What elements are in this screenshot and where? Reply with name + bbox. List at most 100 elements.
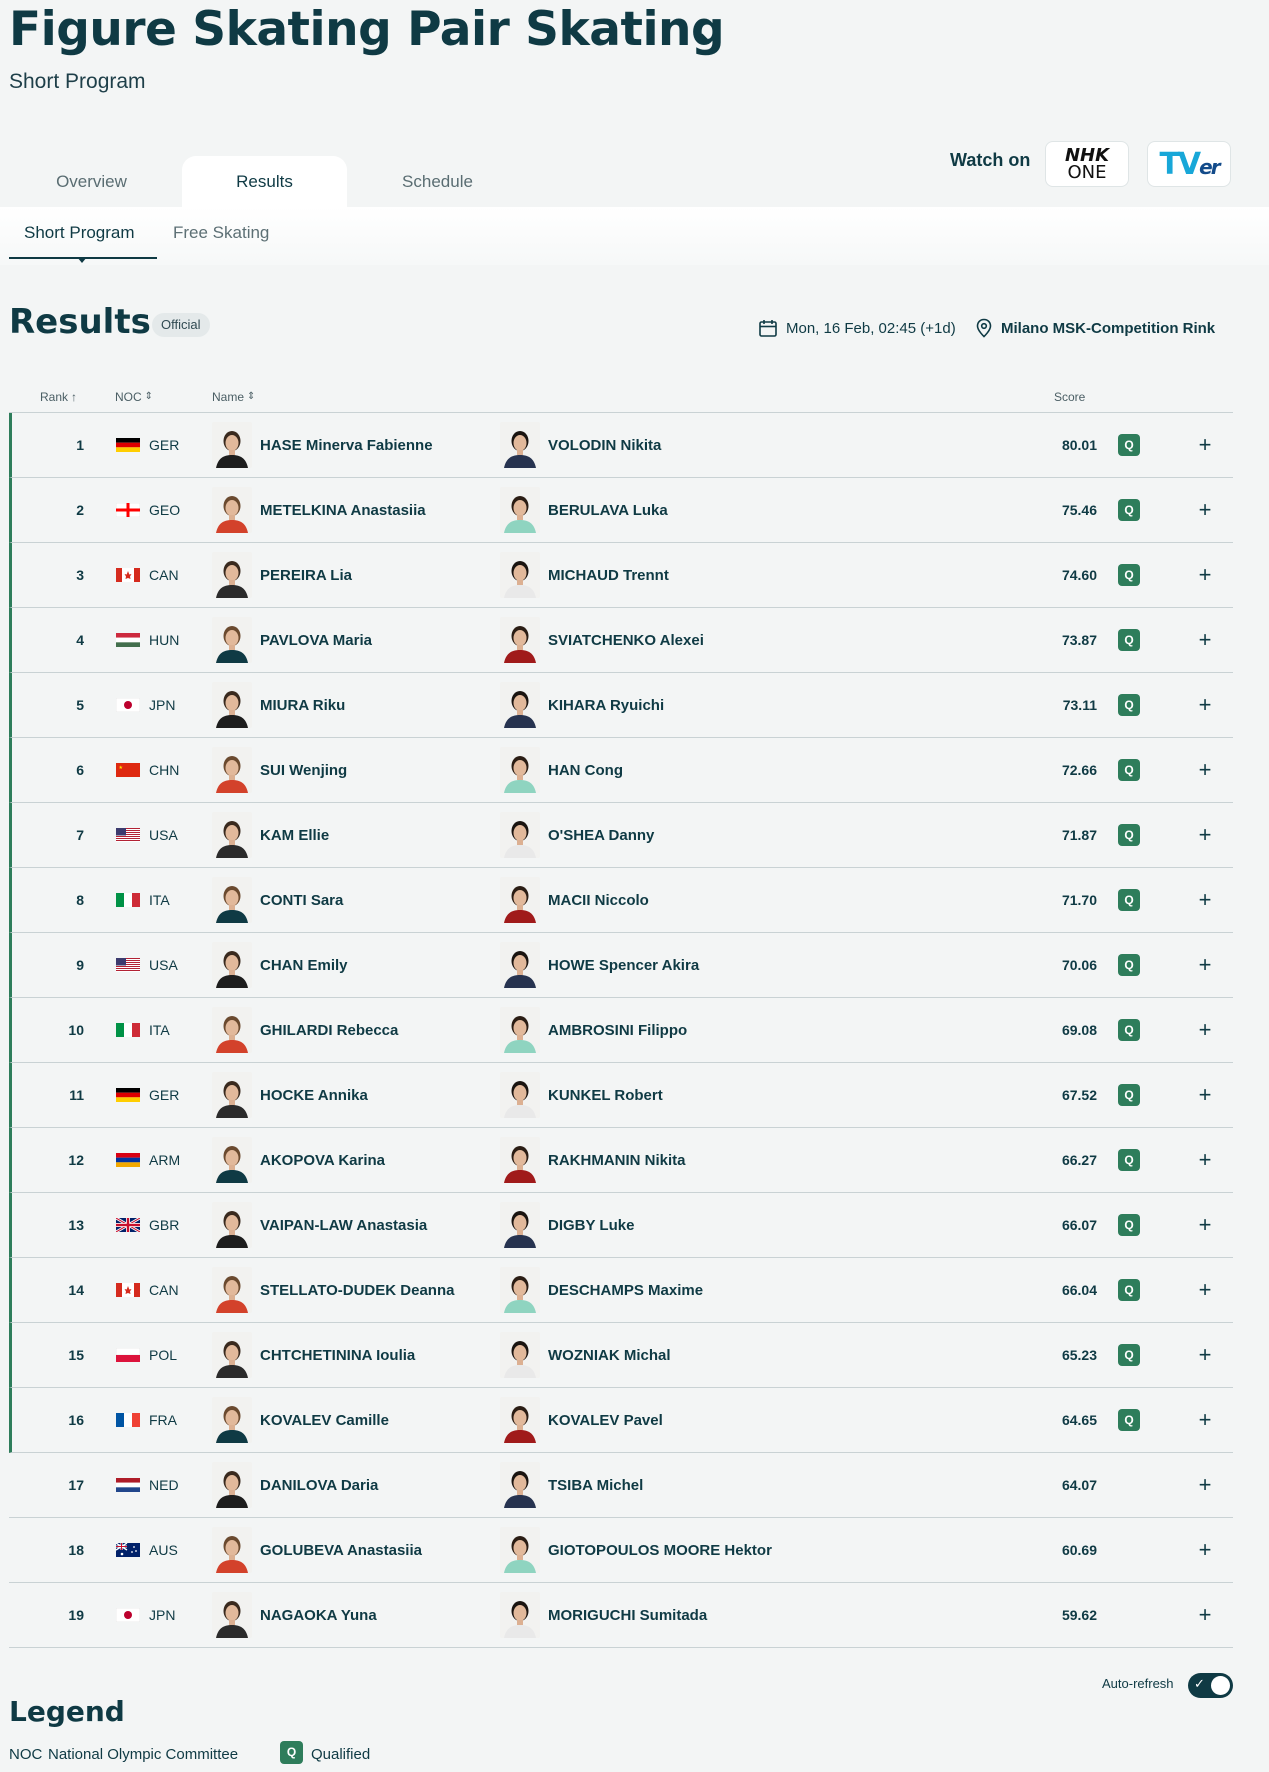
expand-plus-icon[interactable]: + <box>1190 738 1220 802</box>
skater1-photo <box>212 552 252 598</box>
skater1-name[interactable]: NAGAOKA Yuna <box>260 1583 377 1647</box>
expand-plus-icon[interactable]: + <box>1190 1518 1220 1582</box>
table-row[interactable]: 14 CAN STELLATO-DUDEK Deanna DESCHAMPS M… <box>9 1258 1233 1323</box>
expand-plus-icon[interactable]: + <box>1190 1128 1220 1192</box>
skater2-name[interactable]: HOWE Spencer Akira <box>548 933 699 997</box>
table-row[interactable]: 16 FRA KOVALEV Camille KOVALEV Pavel 64.… <box>9 1388 1233 1453</box>
expand-plus-icon[interactable]: + <box>1190 868 1220 932</box>
noc-cell: USA <box>149 827 178 843</box>
event-datetime: Mon, 16 Feb, 02:45 (+1d) <box>758 318 956 338</box>
skater1-name[interactable]: METELKINA Anastasiia <box>260 478 426 542</box>
auto-refresh-toggle[interactable]: ✓ <box>1188 1673 1233 1698</box>
expand-plus-icon[interactable]: + <box>1190 543 1220 607</box>
table-row[interactable]: 17 NED DANILOVA Daria TSIBA Michel 64.07… <box>9 1453 1233 1518</box>
skater1-name[interactable]: CHTCHETININA Ioulia <box>260 1323 415 1387</box>
skater2-name[interactable]: BERULAVA Luka <box>548 478 668 542</box>
expand-plus-icon[interactable]: + <box>1190 1063 1220 1127</box>
skater1-photo <box>212 1007 252 1053</box>
rank-column-header[interactable]: Rank ↑ <box>40 380 77 413</box>
skater2-name[interactable]: O'SHEA Danny <box>548 803 654 867</box>
skater2-name[interactable]: VOLODIN Nikita <box>548 413 661 477</box>
skater1-name[interactable]: PAVLOVA Maria <box>260 608 372 672</box>
table-row[interactable]: 11 GER HOCKE Annika KUNKEL Robert 67.52 … <box>9 1063 1233 1128</box>
table-row[interactable]: 15 POL CHTCHETININA Ioulia WOZNIAK Micha… <box>9 1323 1233 1388</box>
table-row[interactable]: 8 ITA CONTI Sara MACII Niccolo 71.70 Q + <box>9 868 1233 933</box>
skater1-name[interactable]: HOCKE Annika <box>260 1063 368 1127</box>
skater2-name[interactable]: RAKHMANIN Nikita <box>548 1128 686 1192</box>
tab-schedule[interactable]: Schedule <box>356 156 519 208</box>
expand-plus-icon[interactable]: + <box>1190 1453 1220 1517</box>
table-row[interactable]: 9 USA CHAN Emily HOWE Spencer Akira 70.0… <box>9 933 1233 998</box>
expand-plus-icon[interactable]: + <box>1190 998 1220 1062</box>
table-row[interactable]: 3 CAN PEREIRA Lia MICHAUD Trennt 74.60 Q… <box>9 543 1233 608</box>
table-row[interactable]: 19 JPN NAGAOKA Yuna MORIGUCHI Sumitada 5… <box>9 1583 1233 1648</box>
skater1-name[interactable]: AKOPOVA Karina <box>260 1128 385 1192</box>
expand-plus-icon[interactable]: + <box>1190 1258 1220 1322</box>
expand-plus-icon[interactable]: + <box>1190 413 1220 477</box>
sort-toggle-icon: ⇕ <box>144 391 154 402</box>
skater2-name[interactable]: KOVALEV Pavel <box>548 1388 663 1452</box>
skater1-name[interactable]: MIURA Riku <box>260 673 345 737</box>
skater2-name[interactable]: AMBROSINI Filippo <box>548 998 687 1062</box>
skater1-name[interactable]: CHAN Emily <box>260 933 348 997</box>
tab-results[interactable]: Results <box>182 156 347 208</box>
skater2-name[interactable]: KUNKEL Robert <box>548 1063 663 1127</box>
skater2-name[interactable]: SVIATCHENKO Alexei <box>548 608 704 672</box>
table-row[interactable]: 7 USA KAM Ellie O'SHEA Danny 71.87 Q + <box>9 803 1233 868</box>
skater2-name[interactable]: MORIGUCHI Sumitada <box>548 1583 707 1647</box>
expand-plus-icon[interactable]: + <box>1190 803 1220 867</box>
qualified-badge: Q <box>1118 1214 1140 1236</box>
expand-plus-icon[interactable]: + <box>1190 933 1220 997</box>
table-row[interactable]: 2 GEO METELKINA Anastasiia BERULAVA Luka… <box>9 478 1233 543</box>
skater2-name[interactable]: MACII Niccolo <box>548 868 649 932</box>
expand-plus-icon[interactable]: + <box>1190 1583 1220 1647</box>
skater1-photo <box>212 942 252 988</box>
skater1-name[interactable]: DANILOVA Daria <box>260 1453 378 1517</box>
table-row[interactable]: 10 ITA GHILARDI Rebecca AMBROSINI Filipp… <box>9 998 1233 1063</box>
qualified-badge: Q <box>1118 1019 1140 1041</box>
expand-plus-icon[interactable]: + <box>1190 673 1220 737</box>
skater2-name[interactable]: TSIBA Michel <box>548 1453 643 1517</box>
skater1-name[interactable]: KOVALEV Camille <box>260 1388 389 1452</box>
expand-plus-icon[interactable]: + <box>1190 608 1220 672</box>
skater2-name[interactable]: DESCHAMPS Maxime <box>548 1258 703 1322</box>
chevron-down-icon[interactable] <box>697 26 721 50</box>
skater2-name[interactable]: WOZNIAK Michal <box>548 1323 671 1387</box>
skater2-name[interactable]: MICHAUD Trennt <box>548 543 669 607</box>
skater1-name[interactable]: HASE Minerva Fabienne <box>260 413 433 477</box>
skater1-name[interactable]: VAIPAN-LAW Anastasia <box>260 1193 427 1257</box>
skater1-name[interactable]: GOLUBEVA Anastasiia <box>260 1518 422 1582</box>
table-row[interactable]: 5 JPN MIURA Riku KIHARA Ryuichi 73.11 Q … <box>9 673 1233 738</box>
skater2-photo <box>500 942 540 988</box>
tab-overview[interactable]: Overview <box>10 156 173 208</box>
noc-column-header[interactable]: NOC ⇕ <box>115 380 153 413</box>
skater1-name[interactable]: STELLATO-DUDEK Deanna <box>260 1258 454 1322</box>
table-row[interactable]: 4 HUN PAVLOVA Maria SVIATCHENKO Alexei 7… <box>9 608 1233 673</box>
expand-plus-icon[interactable]: + <box>1190 478 1220 542</box>
event-venue[interactable]: Milano MSK-Competition Rink <box>975 318 1215 338</box>
nhk-one-button[interactable]: NHK ONE <box>1045 141 1129 187</box>
tver-button[interactable]: TVer <box>1147 141 1231 187</box>
score-cell: 67.52 <box>1061 1087 1097 1103</box>
table-row[interactable]: 6 ★ CHN SUI Wenjing HAN Cong 72.66 Q + <box>9 738 1233 803</box>
expand-plus-icon[interactable]: + <box>1190 1193 1220 1257</box>
table-row[interactable]: 18 AUS GOLUBEVA Anastasiia GIOTOPOULOS M… <box>9 1518 1233 1583</box>
subtab-short-program[interactable]: Short Program <box>24 223 135 243</box>
subtab-free-skating[interactable]: Free Skating <box>173 223 269 243</box>
skater2-name[interactable]: GIOTOPOULOS MOORE Hektor <box>548 1518 772 1582</box>
expand-plus-icon[interactable]: + <box>1190 1388 1220 1452</box>
skater1-name[interactable]: CONTI Sara <box>260 868 343 932</box>
skater2-name[interactable]: DIGBY Luke <box>548 1193 634 1257</box>
skater1-name[interactable]: PEREIRA Lia <box>260 543 352 607</box>
table-row[interactable]: 12 ARM AKOPOVA Karina RAKHMANIN Nikita 6… <box>9 1128 1233 1193</box>
skater2-name[interactable]: KIHARA Ryuichi <box>548 673 664 737</box>
skater1-name[interactable]: SUI Wenjing <box>260 738 347 802</box>
skater2-name[interactable]: HAN Cong <box>548 738 623 802</box>
table-row[interactable]: 13 GBR VAIPAN-LAW Anastasia DIGBY Luke 6… <box>9 1193 1233 1258</box>
expand-plus-icon[interactable]: + <box>1190 1323 1220 1387</box>
skater2-photo <box>500 1462 540 1508</box>
skater1-name[interactable]: GHILARDI Rebecca <box>260 998 398 1062</box>
name-column-header[interactable]: Name ⇕ <box>212 380 255 413</box>
skater1-name[interactable]: KAM Ellie <box>260 803 329 867</box>
table-row[interactable]: 1 GER HASE Minerva Fabienne VOLODIN Niki… <box>9 413 1233 478</box>
